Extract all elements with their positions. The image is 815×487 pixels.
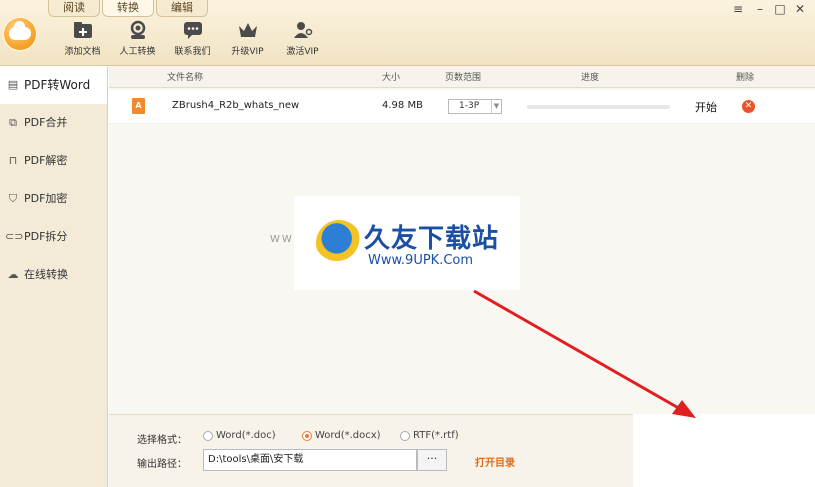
radio-doc[interactable]: Word(*.doc): [203, 430, 276, 441]
maximize-button[interactable]: □: [772, 2, 788, 16]
col-delete: 删除: [736, 73, 755, 83]
crown-icon: [220, 20, 275, 42]
radio-dot: [302, 430, 312, 441]
chevron-down-icon: ▼: [491, 100, 501, 113]
add-document-button[interactable]: 添加文档: [55, 20, 110, 57]
chat-icon: [165, 20, 220, 42]
delete-icon[interactable]: ✕: [742, 100, 755, 113]
menu-icon[interactable]: ≡: [730, 2, 746, 16]
toolbar: 添加文档 人工转换 联系我们 升级VIP 激活VIP: [55, 20, 330, 57]
add-document-icon: [55, 20, 110, 42]
sidebar: ▤ PDF转Word ⧉ PDF合并 ⊓ PDF解密 ⛉ PDF加密 ⊂⊃ PD…: [0, 66, 108, 487]
contact-us-button[interactable]: 联系我们: [165, 20, 220, 57]
sidebar-item-pdf-encrypt[interactable]: ⛉ PDF加密: [0, 180, 107, 218]
table-header: 文件名称 大小 页数范围 进度 删除: [109, 66, 815, 88]
col-filename: 文件名称: [167, 73, 204, 83]
sidebar-item-online-convert[interactable]: ☁ 在线转换: [0, 256, 107, 294]
output-path-label: 输出路径：: [137, 459, 187, 470]
manual-convert-button[interactable]: 人工转换: [110, 20, 165, 57]
person-service-icon: [110, 20, 165, 42]
pdf-file-icon: A: [132, 98, 145, 114]
format-label: 选择格式：: [137, 435, 187, 446]
split-icon: ⊂⊃: [5, 230, 24, 243]
output-path-input[interactable]: D:\tools\桌面\安下载: [203, 449, 417, 471]
radio-docx[interactable]: Word(*.docx): [302, 430, 381, 441]
watermark-url: Www.9UPK.Com: [368, 253, 474, 268]
minimize-button[interactable]: –: [752, 2, 768, 16]
watermark: 久友下载站 Www.9UPK.Com: [294, 196, 520, 290]
user-key-icon: [275, 20, 330, 42]
upgrade-vip-button[interactable]: 升级VIP: [220, 20, 275, 57]
browse-button[interactable]: ···: [417, 449, 447, 471]
blank-area: [633, 414, 815, 487]
tab-edit[interactable]: 编辑: [156, 0, 208, 17]
col-progress: 进度: [581, 73, 600, 83]
radio-dot: [400, 430, 410, 441]
file-name: ZBrush4_R2b_whats_new: [172, 100, 300, 111]
table-row[interactable]: A ZBrush4_R2b_whats_new 4.98 MB 1-3P ▼ 开…: [109, 90, 815, 124]
file-size: 4.98 MB: [382, 100, 423, 111]
title-toolbar: 阅读 转换 编辑 ≡ – □ ✕ 添加文档 人工转换 联系我们 升级VIP 激活…: [0, 0, 815, 66]
sidebar-item-pdf-merge[interactable]: ⧉ PDF合并: [0, 104, 107, 142]
options-panel: 选择格式： Word(*.doc) Word(*.docx) RTF(*.rtf…: [109, 414, 633, 487]
col-size: 大小: [382, 73, 401, 83]
open-directory-link[interactable]: 打开目录: [475, 454, 515, 469]
watermark-title: 久友下载站: [364, 224, 500, 254]
merge-icon: ⧉: [9, 116, 17, 129]
progress-bar: [527, 105, 670, 109]
unlock-icon: ⊓: [8, 154, 18, 167]
mode-tabs: 阅读 转换 编辑: [48, 0, 210, 17]
col-page-range: 页数范围: [445, 73, 482, 83]
shield-lock-icon: ⛉: [8, 192, 18, 205]
app-logo: [2, 16, 38, 52]
tab-convert[interactable]: 转换: [102, 0, 154, 17]
close-button[interactable]: ✕: [792, 2, 808, 16]
start-button[interactable]: 开始: [695, 99, 717, 115]
sidebar-item-pdf-split[interactable]: ⊂⊃ PDF拆分: [0, 218, 107, 256]
page-range-select[interactable]: 1-3P ▼: [448, 99, 502, 114]
cloud-icon: ☁: [7, 268, 19, 281]
sidebar-item-pdf-to-word[interactable]: ▤ PDF转Word: [0, 66, 107, 104]
sidebar-item-pdf-decrypt[interactable]: ⊓ PDF解密: [0, 142, 107, 180]
watermark-logo: [316, 220, 362, 266]
radio-dot: [203, 430, 213, 441]
word-doc-icon: ▤: [7, 78, 19, 91]
radio-rtf[interactable]: RTF(*.rtf): [400, 430, 459, 441]
tab-read[interactable]: 阅读: [48, 0, 100, 17]
activate-vip-button[interactable]: 激活VIP: [275, 20, 330, 57]
